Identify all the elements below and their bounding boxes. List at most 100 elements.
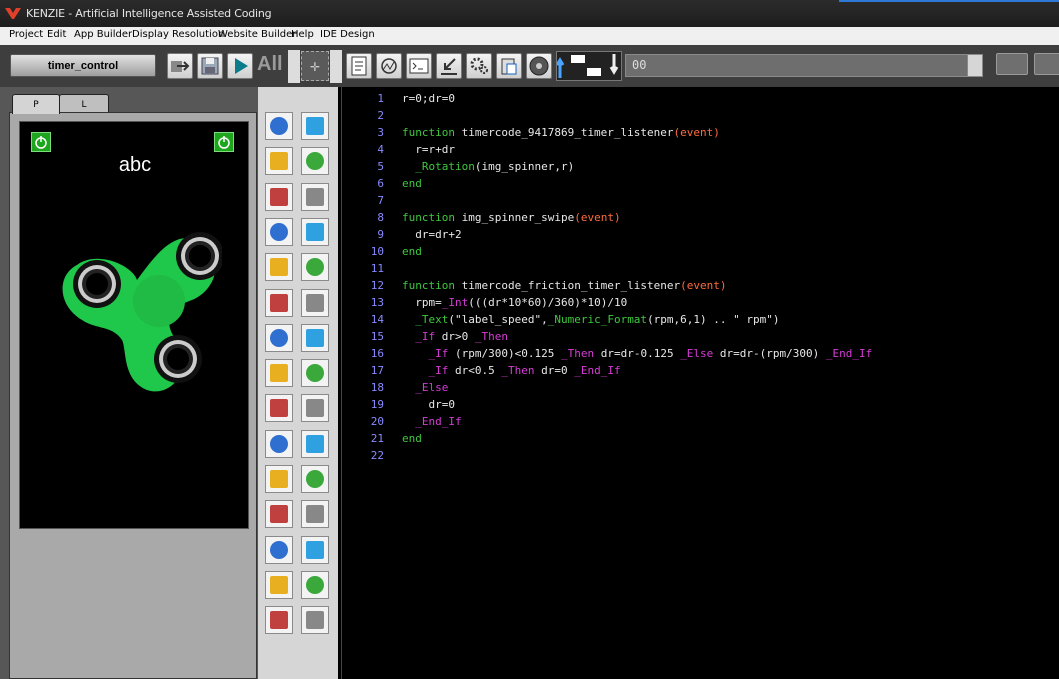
toolbox-path-button[interactable] xyxy=(301,323,329,352)
code-line[interactable]: r=0;dr=0 xyxy=(402,90,455,107)
img-spinner[interactable] xyxy=(42,220,222,400)
code-line[interactable]: _If dr<0.5 _Then dr=0 _End_If xyxy=(402,362,621,379)
code-line[interactable]: _Rotation(img_spinner,r) xyxy=(402,158,574,175)
line-number: 4 xyxy=(377,143,384,156)
code-token: end xyxy=(402,245,422,258)
import-button[interactable] xyxy=(436,53,462,79)
toolbox-slider-button[interactable] xyxy=(265,359,293,388)
disc-icon xyxy=(529,56,549,76)
all-label[interactable]: All xyxy=(257,53,283,76)
toolbox-image-button[interactable] xyxy=(265,147,293,176)
code-editor[interactable]: 1 r=0;dr=0 2 3 function timercode_9417869_ti… xyxy=(338,87,1059,679)
code-token: _Text xyxy=(415,313,449,326)
code-line[interactable]: end xyxy=(402,175,422,192)
move-arrows-vertical[interactable] xyxy=(288,50,300,83)
toolbox-draw-button[interactable] xyxy=(301,429,329,458)
timer-control-left[interactable] xyxy=(31,132,51,152)
grid-icon xyxy=(270,222,288,241)
toolbox-shape-button[interactable] xyxy=(301,182,329,211)
code-line[interactable]: _If dr>0 _Then xyxy=(402,328,508,345)
toolbox-text-label-button[interactable] xyxy=(301,112,329,140)
code-line[interactable]: end xyxy=(402,430,422,447)
toolbox-timer-button[interactable] xyxy=(301,570,329,599)
export-button[interactable] xyxy=(167,53,193,79)
toolbox-container-button[interactable] xyxy=(301,253,329,282)
floppy-icon xyxy=(201,57,219,75)
code-line[interactable]: rpm=_Int(((dr*10*60)/360)*10)/10 xyxy=(402,294,627,311)
toolbox-radio-button[interactable] xyxy=(265,570,293,599)
phone-preview[interactable]: abc xyxy=(19,121,249,529)
toolbox-numeric-stepper-button[interactable] xyxy=(265,429,293,458)
code-line[interactable]: r=r+dr xyxy=(402,141,455,158)
code-line[interactable]: dr=dr+2 xyxy=(402,226,461,243)
refresh-icon xyxy=(381,58,397,74)
toolbar: timer_control All ✛ 00 xyxy=(0,45,1059,87)
menu-edit[interactable]: Edit xyxy=(47,29,66,40)
code-line[interactable]: _End_If xyxy=(402,413,461,430)
code-token: _Rotation xyxy=(415,160,475,173)
html-icon xyxy=(270,505,288,524)
document-icon xyxy=(306,540,324,559)
extra-button-1[interactable] xyxy=(996,53,1028,75)
code-token: function xyxy=(402,126,462,139)
toolbox-button-button[interactable] xyxy=(301,147,329,176)
console-button[interactable] xyxy=(406,53,432,79)
tab-landscape[interactable]: L xyxy=(59,94,109,114)
chevron-down-icon[interactable] xyxy=(967,55,982,76)
paste-button[interactable] xyxy=(496,53,522,79)
save-button[interactable] xyxy=(197,53,223,79)
code-line[interactable]: end xyxy=(402,243,422,260)
menu-ide-design[interactable]: IDE Design xyxy=(320,29,375,40)
toolbox-custom-control-button[interactable] xyxy=(301,217,329,246)
timer-control-right[interactable] xyxy=(214,132,234,152)
toolbox-textbox-button[interactable] xyxy=(265,112,293,140)
code-line[interactable]: _Else xyxy=(402,379,448,396)
toolbox-image-button-button[interactable] xyxy=(265,182,293,211)
power-icon xyxy=(35,136,47,149)
code-line[interactable]: _If (rpm/300)<0.125 _Then dr=dr-0.125 _E… xyxy=(402,345,873,362)
toolbox-progress-button[interactable] xyxy=(265,253,293,282)
menu-app-builder[interactable]: App Builder xyxy=(74,29,132,40)
toolbox-listbox-button[interactable] xyxy=(265,288,293,317)
toolbox-media-button[interactable] xyxy=(301,606,329,635)
toolbox-spinner-dots-button[interactable] xyxy=(265,394,293,423)
extra-button-2[interactable] xyxy=(1034,53,1059,75)
menu-project[interactable]: Project xyxy=(9,29,43,40)
toolbox-map-button[interactable] xyxy=(265,535,293,564)
toolbox-toggle-button[interactable] xyxy=(265,465,293,493)
toolbox-layout-button[interactable] xyxy=(301,288,329,317)
media-button[interactable] xyxy=(526,53,552,79)
event-combo-box[interactable]: 00 xyxy=(625,54,983,77)
toolbox-grid-button[interactable] xyxy=(265,217,293,246)
toolbox-flow-button[interactable] xyxy=(301,359,329,388)
toolbox-pen-button[interactable] xyxy=(301,465,329,493)
code-line[interactable]: _Text("label_speed",_Numeric_Format(rpm,… xyxy=(402,311,779,328)
menu-display-resolution[interactable]: Display Resolution xyxy=(132,29,224,40)
toolbox-html-button[interactable] xyxy=(265,500,293,529)
layer-order-control[interactable] xyxy=(555,51,622,81)
refresh-button[interactable] xyxy=(376,53,402,79)
run-button[interactable] xyxy=(227,53,253,79)
position-crosshair-icon[interactable]: ✛ xyxy=(301,51,329,81)
toolbox-input-button[interactable] xyxy=(265,323,293,352)
code-token: _End_If xyxy=(825,347,873,360)
code-line[interactable]: dr=0 xyxy=(402,396,455,413)
move-arrows-vertical-2[interactable] xyxy=(330,50,342,83)
menu-help[interactable]: Help xyxy=(291,29,314,40)
form-name-button[interactable]: timer_control xyxy=(10,54,156,77)
properties-button[interactable] xyxy=(346,53,372,79)
code-line[interactable]: function img_spinner_swipe(event) xyxy=(402,209,621,226)
code-line[interactable]: function timercode_friction_timer_listen… xyxy=(402,277,727,294)
play-icon xyxy=(235,58,248,74)
toolbox-resize-button[interactable] xyxy=(301,394,329,423)
code-line[interactable]: function timercode_9417869_timer_listene… xyxy=(402,124,720,141)
code-token: ("label_speed", xyxy=(448,313,548,326)
tab-portrait[interactable]: P xyxy=(12,94,60,114)
settings-button[interactable] xyxy=(466,53,492,79)
toolbox-checkbox-button[interactable] xyxy=(265,606,293,635)
toolbox-document-button[interactable] xyxy=(301,535,329,564)
menu-website-builder[interactable]: Website Builder xyxy=(218,29,296,40)
toolbox-web-button[interactable] xyxy=(301,500,329,529)
code-token: _If xyxy=(428,347,449,360)
